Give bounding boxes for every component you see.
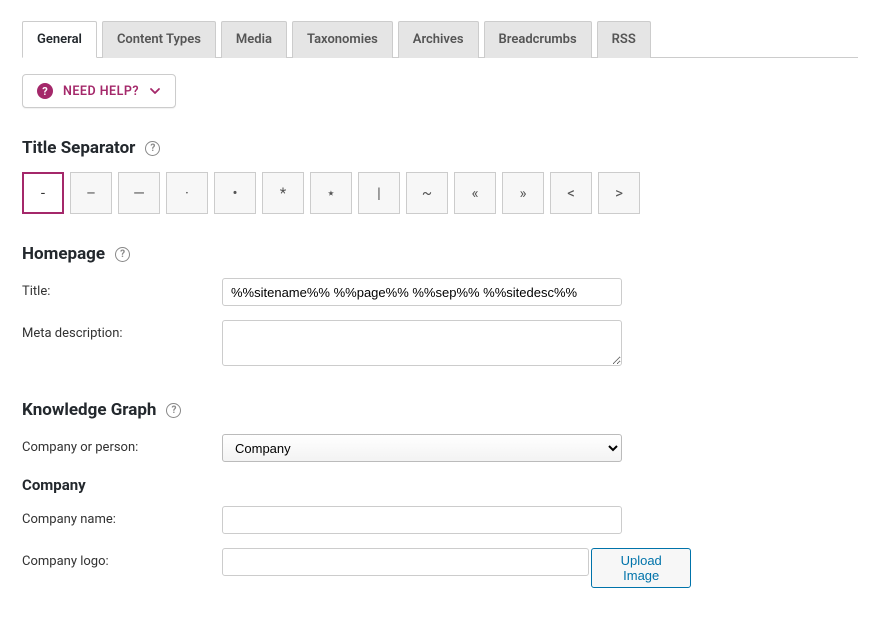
- need-help-label: NEED HELP?: [63, 84, 139, 99]
- company-name-label: Company name:: [22, 506, 222, 527]
- separator-choice[interactable]: *: [262, 172, 304, 214]
- company-logo-input[interactable]: [222, 548, 589, 576]
- tab-media[interactable]: Media: [221, 21, 287, 58]
- separator-choice[interactable]: ·: [166, 172, 208, 214]
- homepage-heading: Homepage ?: [22, 244, 858, 264]
- tab-content-types[interactable]: Content Types: [102, 21, 216, 58]
- tab-rss[interactable]: RSS: [597, 21, 651, 58]
- homepage-title-input[interactable]: [222, 278, 622, 306]
- settings-tabs: General Content Types Media Taxonomies A…: [22, 20, 858, 58]
- company-name-input[interactable]: [222, 506, 622, 534]
- need-help-button[interactable]: ? NEED HELP?: [22, 74, 176, 108]
- separator-choice[interactable]: |: [358, 172, 400, 214]
- title-separator-choices: -–—·•*⋆|~«»<>: [22, 172, 858, 214]
- tab-archives[interactable]: Archives: [398, 21, 479, 58]
- homepage-meta-textarea[interactable]: [222, 320, 622, 366]
- info-icon[interactable]: ?: [145, 141, 160, 156]
- info-icon[interactable]: ?: [115, 247, 130, 262]
- company-logo-label: Company logo:: [22, 548, 222, 569]
- tab-taxonomies[interactable]: Taxonomies: [292, 21, 393, 58]
- chevron-down-icon: [149, 85, 161, 97]
- separator-choice[interactable]: «: [454, 172, 496, 214]
- separator-choice[interactable]: ~: [406, 172, 448, 214]
- separator-choice[interactable]: —: [118, 172, 160, 214]
- info-icon[interactable]: ?: [166, 403, 181, 418]
- homepage-meta-label: Meta description:: [22, 320, 222, 341]
- separator-choice[interactable]: >: [598, 172, 640, 214]
- separator-choice[interactable]: ⋆: [310, 172, 352, 214]
- title-separator-heading: Title Separator ?: [22, 138, 858, 158]
- question-icon: ?: [37, 83, 53, 99]
- separator-choice[interactable]: <: [550, 172, 592, 214]
- tab-general[interactable]: General: [22, 21, 97, 58]
- company-subheading: Company: [22, 476, 858, 494]
- separator-choice[interactable]: •: [214, 172, 256, 214]
- upload-image-button[interactable]: Upload Image: [591, 548, 691, 588]
- entity-type-label: Company or person:: [22, 434, 222, 455]
- knowledge-graph-heading: Knowledge Graph ?: [22, 400, 858, 420]
- separator-choice[interactable]: -: [22, 172, 64, 214]
- tab-breadcrumbs[interactable]: Breadcrumbs: [484, 21, 592, 58]
- homepage-title-label: Title:: [22, 278, 222, 299]
- separator-choice[interactable]: –: [70, 172, 112, 214]
- separator-choice[interactable]: »: [502, 172, 544, 214]
- entity-type-select[interactable]: Company: [222, 434, 622, 462]
